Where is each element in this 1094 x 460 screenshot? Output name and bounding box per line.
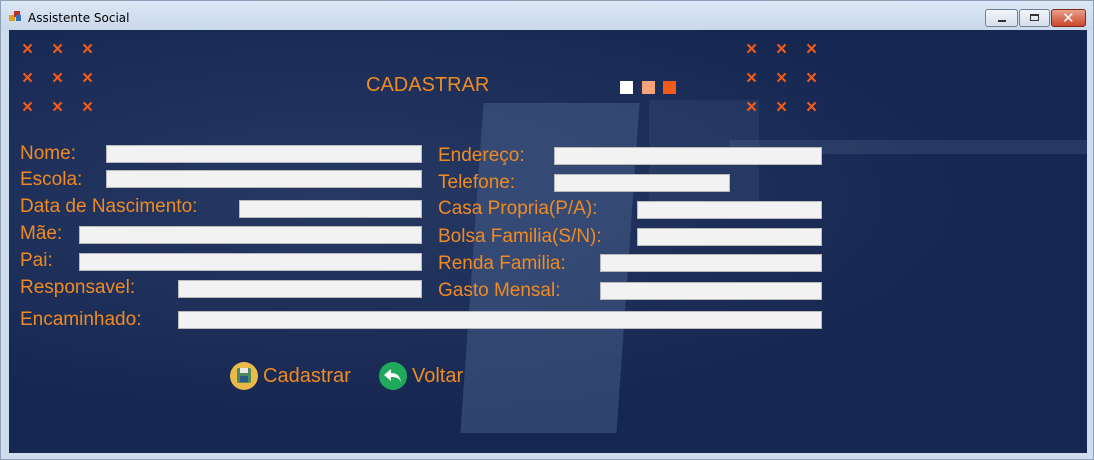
decor-x-mark: × [776, 68, 788, 89]
close-icon: ✕ [1062, 9, 1075, 27]
label-responsavel: Responsavel: [20, 277, 136, 298]
app-window: Assistente Social ✕ × × × × × × × × × × × × × × × × × × C… [0, 0, 1094, 460]
floppy-disk-icon [230, 362, 258, 390]
minimize-button[interactable] [985, 9, 1018, 27]
decor-x-mark: × [746, 97, 758, 118]
page-title: CADASTRAR [366, 74, 490, 96]
close-button[interactable]: ✕ [1051, 9, 1086, 27]
label-encaminhado: Encaminhado: [20, 309, 142, 330]
label-telefone: Telefone: [438, 172, 516, 193]
renda-familia-field[interactable] [600, 254, 822, 272]
back-label: Voltar [412, 364, 464, 387]
window-title: Assistente Social [28, 11, 130, 25]
decor-x-mark: × [776, 97, 788, 118]
decor-x-mark: × [22, 39, 34, 60]
data-nascimento-field[interactable] [239, 200, 422, 218]
decor-x-mark: × [22, 68, 34, 89]
decor-x-mark: × [52, 68, 64, 89]
endereco-field[interactable] [554, 147, 822, 165]
decor-x-mark: × [806, 97, 818, 118]
label-escola: Escola: [20, 169, 83, 190]
minimize-icon [998, 20, 1006, 22]
decor-x-mark: × [52, 39, 64, 60]
decor-x-mark: × [746, 39, 758, 60]
decor-x-mark: × [82, 97, 94, 118]
decor-x-mark: × [22, 97, 34, 118]
decor-x-mark: × [776, 39, 788, 60]
encaminhado-field[interactable] [178, 311, 822, 329]
form-panel: × × × × × × × × × × × × × × × × × × CADASTRAR Nome: Escol… [9, 30, 1087, 453]
bolsa-familia-field[interactable] [637, 228, 822, 246]
maximize-button[interactable] [1019, 9, 1050, 27]
register-label: Cadastrar [263, 364, 351, 387]
decor-x-mark: × [806, 39, 818, 60]
nome-field[interactable] [106, 145, 422, 163]
gasto-mensal-field[interactable] [600, 282, 822, 300]
decor-x-mark: × [82, 68, 94, 89]
label-pai: Pai: [20, 250, 53, 271]
label-nome: Nome: [20, 143, 76, 164]
app-icon [9, 11, 22, 21]
register-button[interactable]: Cadastrar [230, 361, 351, 391]
label-gasto-mensal: Gasto Mensal: [438, 280, 561, 301]
label-renda-familia: Renda Familia: [438, 253, 566, 274]
back-arrow-icon [379, 362, 407, 390]
escola-field[interactable] [106, 170, 422, 188]
decor-x-mark: × [746, 68, 758, 89]
label-mae: Mãe: [20, 223, 63, 244]
label-data-nascimento: Data de Nascimento: [20, 196, 198, 217]
decor-x-mark: × [82, 39, 94, 60]
decor-square-3 [663, 81, 676, 94]
pai-field[interactable] [79, 253, 422, 271]
maximize-icon [1030, 14, 1039, 21]
mae-field[interactable] [79, 226, 422, 244]
decor-x-mark: × [52, 97, 64, 118]
label-casa-propria: Casa Propria(P/A): [438, 198, 598, 219]
responsavel-field[interactable] [178, 280, 422, 298]
back-button[interactable]: Voltar [379, 361, 463, 391]
decor-square-1 [620, 81, 633, 94]
casa-propria-field[interactable] [637, 201, 822, 219]
decor-square-2 [642, 81, 655, 94]
title-bar[interactable]: Assistente Social ✕ [1, 1, 1093, 30]
decor-x-mark: × [806, 68, 818, 89]
telefone-field[interactable] [554, 174, 730, 192]
label-bolsa-familia: Bolsa Familia(S/N): [438, 226, 602, 247]
label-endereco: Endereço: [438, 145, 525, 166]
